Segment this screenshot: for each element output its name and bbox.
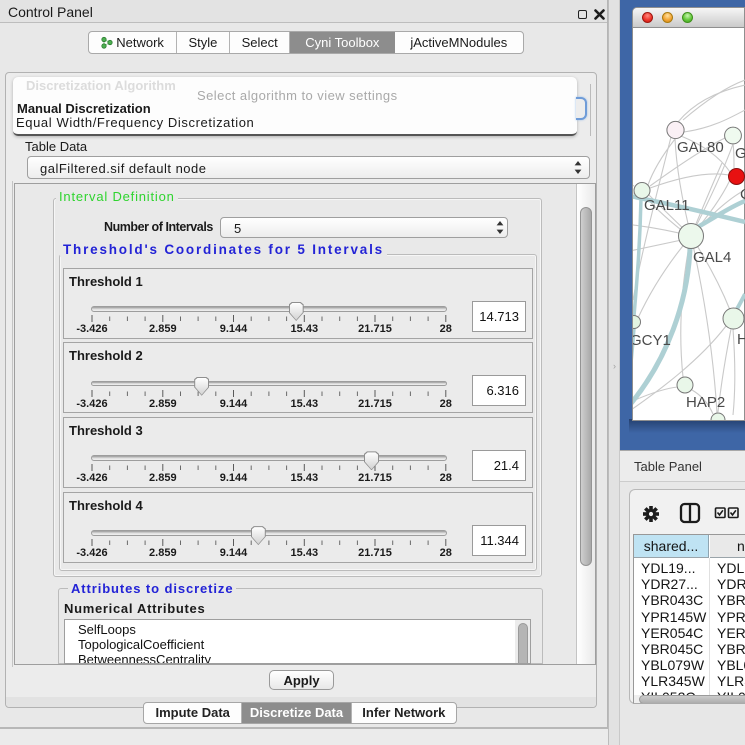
svg-text:HAP2: HAP2: [686, 394, 725, 411]
svg-text:HI: HI: [737, 331, 745, 348]
svg-text:GAL: GAL: [735, 145, 745, 162]
svg-text:GAL11: GAL11: [644, 197, 690, 214]
svg-text:GCY1: GCY1: [633, 332, 671, 349]
svg-text:GAL80: GAL80: [677, 139, 724, 156]
svg-text:GAL4: GAL4: [693, 249, 731, 266]
svg-text:CY: CY: [740, 186, 745, 203]
